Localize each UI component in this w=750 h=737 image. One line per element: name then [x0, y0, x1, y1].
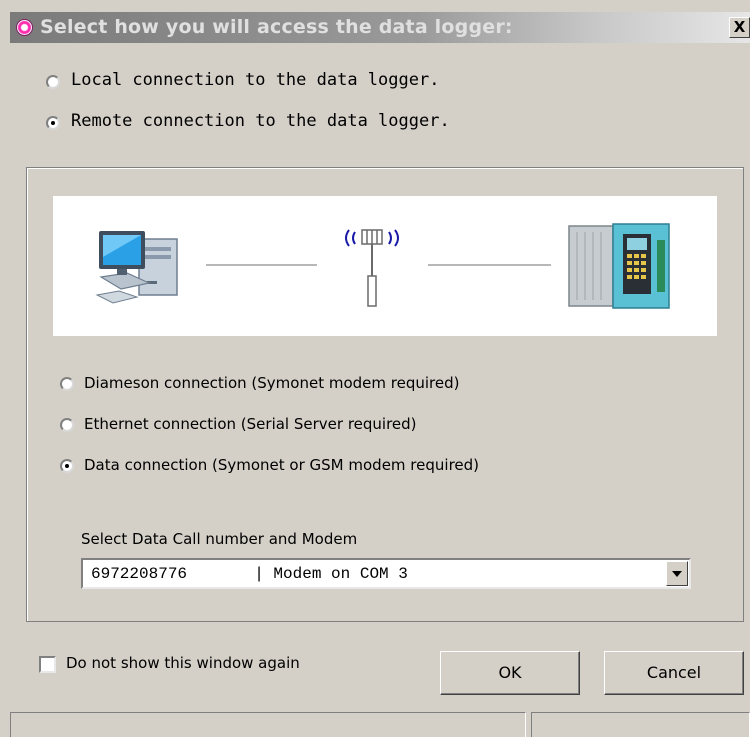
close-button[interactable]: X: [729, 17, 750, 38]
data-logger-cabinet-icon: [568, 223, 670, 309]
modem-select-label: Select Data Call number and Modem: [81, 530, 358, 548]
connector-line-left: [206, 264, 317, 266]
local-connection-radio[interactable]: [46, 75, 60, 89]
modem-select-value: 6972208776 | Modem on COM 3: [91, 565, 408, 583]
connector-line-right: [428, 264, 551, 266]
data-connection-radio[interactable]: [60, 459, 74, 473]
status-pane-left: [10, 712, 526, 737]
desktop-computer-icon: [95, 231, 178, 304]
dropdown-button[interactable]: [666, 561, 688, 586]
data-connection-label[interactable]: Data connection (Symonet or GSM modem re…: [84, 456, 479, 474]
ethernet-connection-label[interactable]: Ethernet connection (Serial Server requi…: [84, 415, 417, 433]
title-bar[interactable]: Select how you will access the data logg…: [10, 12, 750, 43]
dont-show-again-checkbox[interactable]: [39, 656, 56, 673]
antenna-tower-icon: [345, 229, 399, 307]
ok-button[interactable]: OK: [440, 651, 580, 695]
local-connection-label[interactable]: Local connection to the data logger.: [71, 70, 439, 90]
remote-connection-radio[interactable]: [46, 116, 60, 130]
modem-select[interactable]: 6972208776 | Modem on COM 3: [81, 558, 691, 589]
remote-connection-label[interactable]: Remote connection to the data logger.: [71, 111, 450, 131]
cancel-button[interactable]: Cancel: [604, 651, 744, 695]
status-pane-right: [531, 712, 750, 737]
diameson-connection-radio[interactable]: [60, 377, 74, 391]
diameson-connection-label[interactable]: Diameson connection (Symonet modem requi…: [84, 374, 459, 392]
app-icon: [16, 19, 33, 36]
ethernet-connection-radio[interactable]: [60, 418, 74, 432]
window-title: Select how you will access the data logg…: [40, 16, 513, 38]
dont-show-again-label[interactable]: Do not show this window again: [66, 654, 300, 672]
chevron-down-icon: [672, 571, 682, 577]
